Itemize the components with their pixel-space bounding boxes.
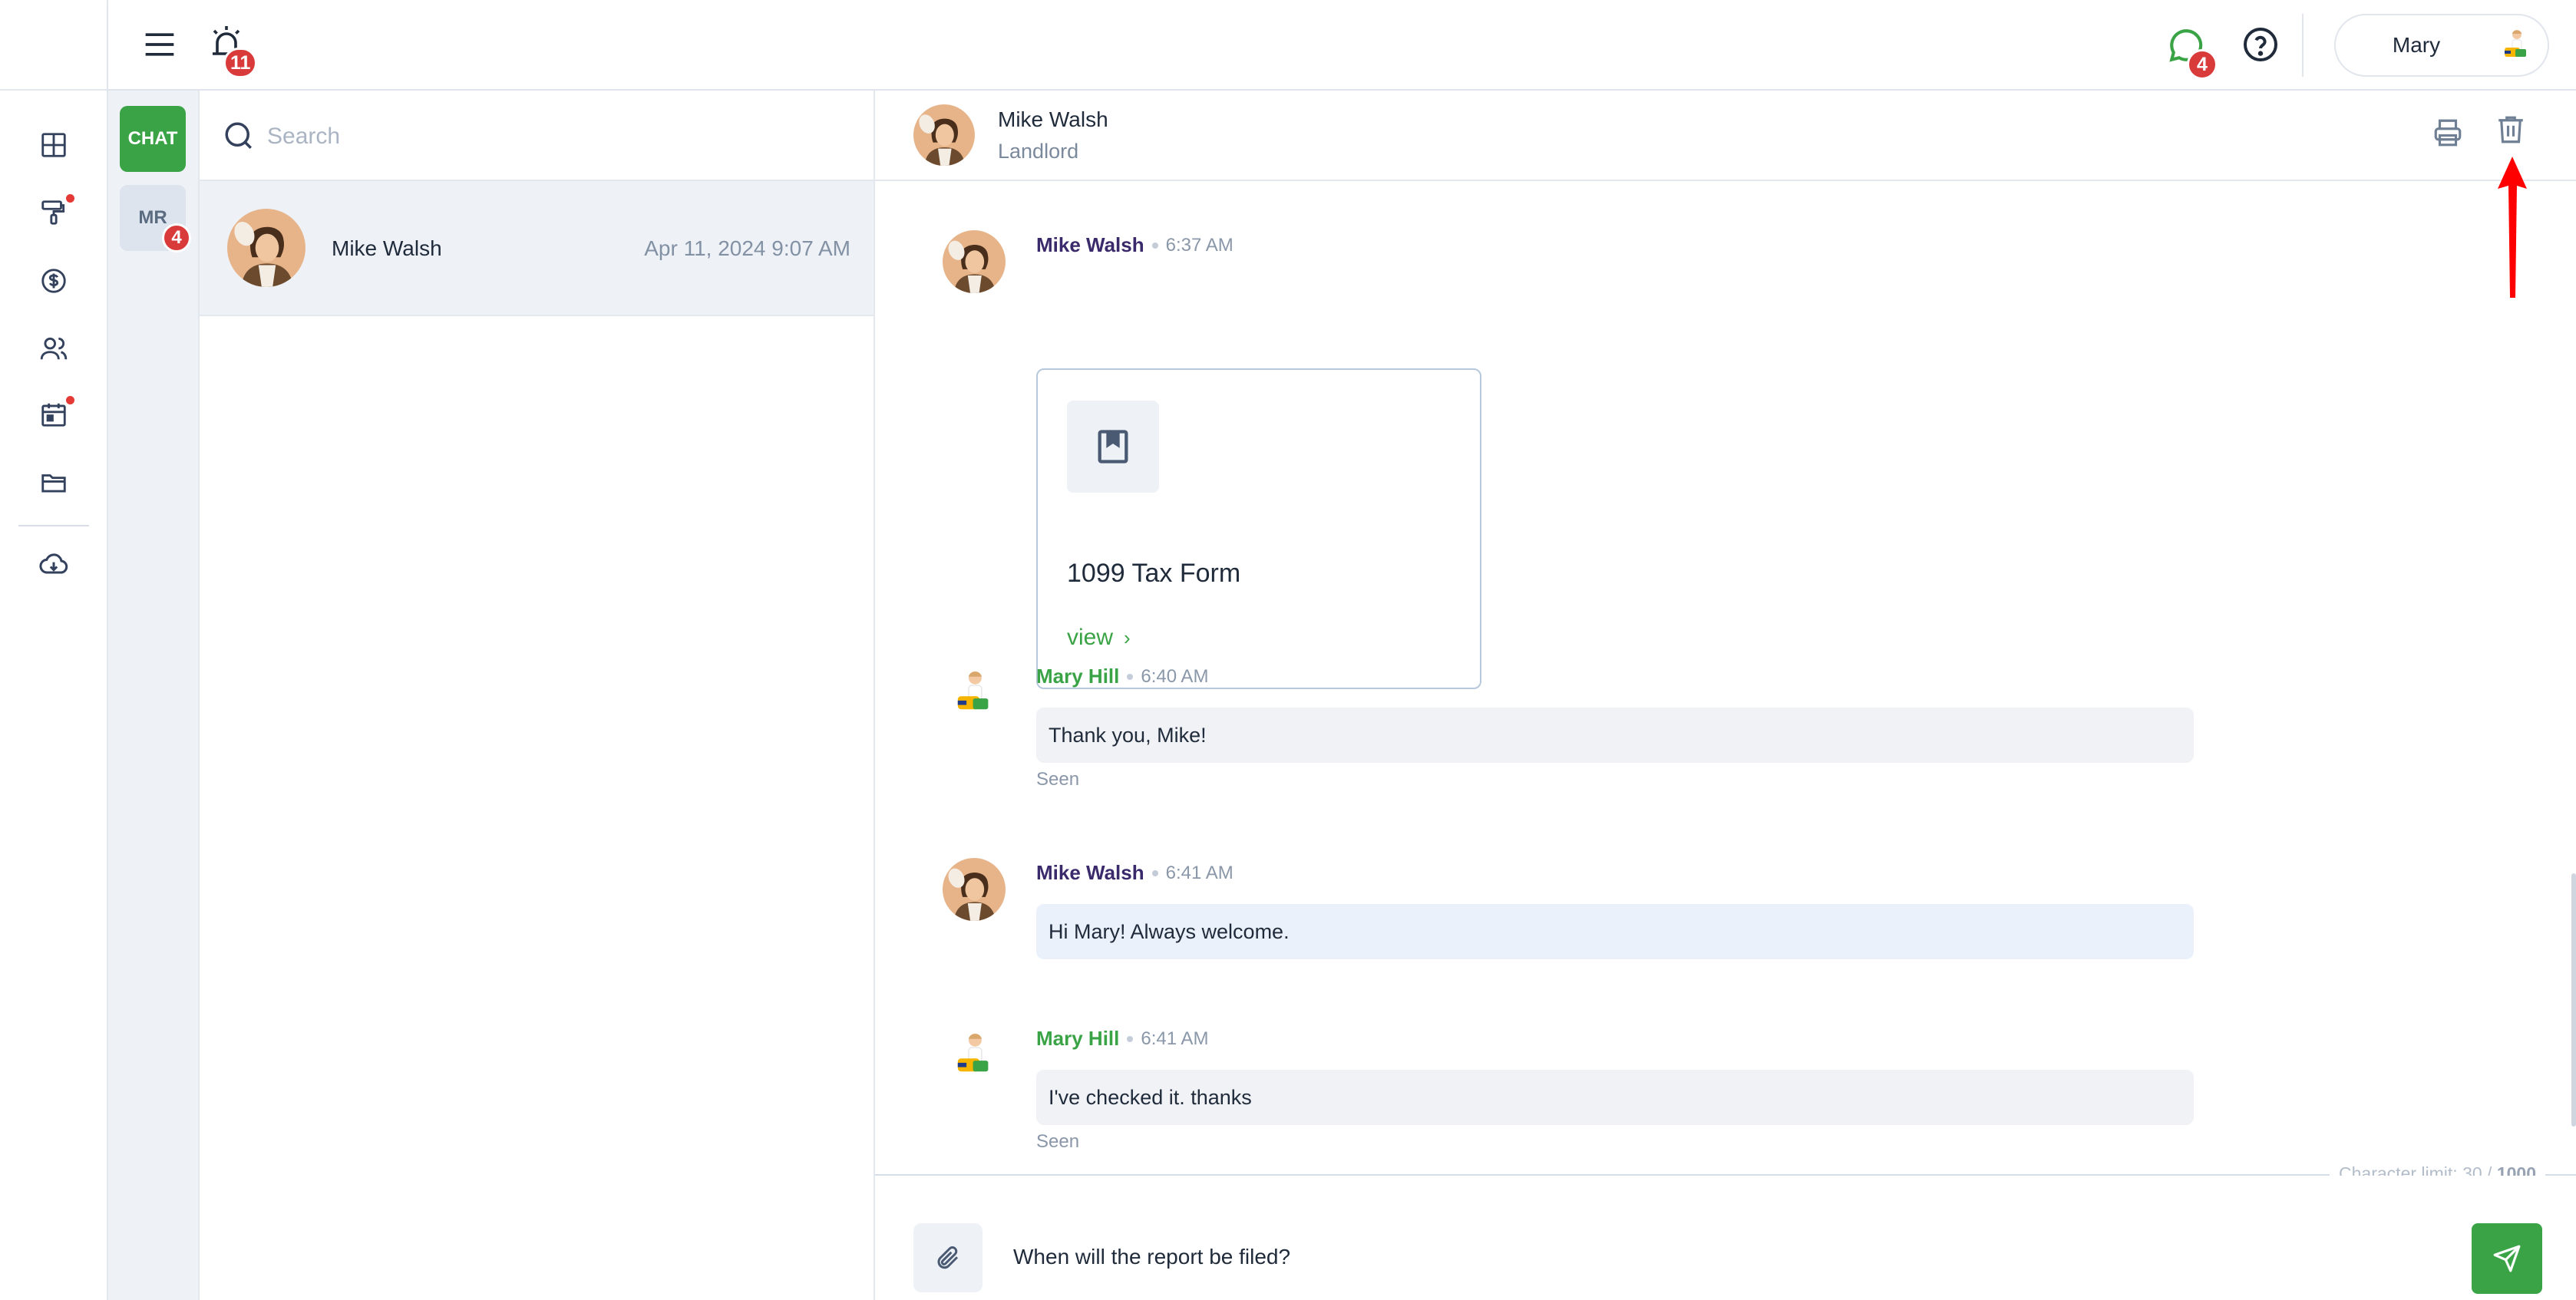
sender-avatar (943, 230, 1006, 293)
chevron-right-icon: › (1124, 625, 1131, 649)
top-header: 11 4 Mary (108, 0, 2576, 91)
chat-type-tab[interactable]: CHAT (120, 106, 186, 172)
folder-icon[interactable] (35, 464, 72, 501)
cloud-download-icon[interactable] (35, 546, 72, 583)
conversation-name: Mike Walsh (332, 236, 442, 260)
seen-status: Seen (1036, 769, 1080, 790)
calendar-icon[interactable] (35, 396, 74, 433)
chat-header: Mike Walsh Landlord (875, 91, 2576, 181)
message-input[interactable] (1013, 1234, 2395, 1280)
user-name: Mary (2392, 33, 2441, 57)
message-meta: Mike Walsh 6:41 AM (1036, 861, 1234, 885)
sender-avatar (943, 662, 1006, 724)
alerts-badge: 11 (223, 48, 258, 78)
chat-type-column: CHAT MR 4 (108, 91, 200, 1300)
meta-separator (1151, 242, 1158, 249)
compose-bar (875, 1176, 2576, 1300)
chat-panel: Mike Walsh Landlord Mike Walsh 6:37 AM 1… (875, 91, 2576, 1300)
message-meta: Mary Hill 6:40 AM (1036, 665, 1208, 688)
chat-contact-name: Mike Walsh (998, 107, 1108, 131)
meta-separator (1127, 673, 1134, 680)
message-time: 6:37 AM (1165, 234, 1234, 256)
message-time: 6:40 AM (1141, 665, 1209, 687)
user-avatar (2494, 23, 2538, 68)
conversation-date: Apr 11, 2024 9:07 AM (644, 236, 850, 260)
trash-icon[interactable] (2495, 114, 2528, 147)
chat-bubble-icon[interactable]: 4 (2167, 26, 2218, 80)
dashboard-icon[interactable] (35, 127, 72, 163)
attachment-title: 1099 Tax Form (1067, 559, 1241, 588)
conversation-item[interactable]: Mike Walsh Apr 11, 2024 9:07 AM (200, 181, 874, 316)
chat-contact-role: Landlord (998, 140, 1079, 163)
message-bubble: Thank you, Mike! (1036, 708, 2194, 763)
mr-type-tab[interactable]: MR 4 (120, 185, 191, 252)
message-meta: Mary Hill 6:41 AM (1036, 1027, 1208, 1051)
paint-roller-icon[interactable] (35, 194, 74, 231)
sender-avatar (943, 858, 1006, 921)
attachment-view-link[interactable]: view › (1067, 625, 1131, 651)
mr-badge: 4 (162, 223, 191, 252)
message-time: 6:41 AM (1141, 1028, 1209, 1049)
user-menu[interactable]: Mary (2334, 14, 2549, 77)
dollar-icon[interactable] (35, 262, 72, 299)
conversation-list: Mike Walsh Apr 11, 2024 9:07 AM (200, 91, 875, 1300)
seen-status: Seen (1036, 1131, 1080, 1152)
notification-dot (66, 194, 74, 203)
message-meta: Mike Walsh 6:37 AM (1036, 233, 1234, 257)
search-bar (200, 91, 874, 181)
sender-name: Mary Hill (1036, 1027, 1120, 1050)
chat-badge: 4 (2187, 49, 2218, 80)
contact-avatar (913, 104, 975, 166)
annotation-arrow-icon (2495, 157, 2530, 298)
header-separator (2302, 14, 2304, 77)
mr-tab-label: MR (138, 207, 167, 228)
message-bubble: I've checked it. thanks (1036, 1070, 2194, 1125)
search-input[interactable] (267, 114, 804, 160)
sender-name: Mary Hill (1036, 665, 1120, 688)
message-bubble: Hi Mary! Always welcome. (1036, 904, 2194, 959)
search-icon (223, 120, 255, 152)
hamburger-menu-icon[interactable] (143, 28, 177, 61)
print-icon[interactable] (2432, 117, 2467, 152)
document-bookmark-icon (1067, 401, 1159, 493)
rail-divider (18, 525, 89, 526)
attach-button[interactable] (913, 1223, 983, 1292)
alarm-icon[interactable]: 11 (208, 23, 258, 78)
notification-dot (66, 396, 74, 404)
logo-area (0, 0, 107, 91)
meta-separator (1127, 1035, 1134, 1042)
view-label: view (1067, 625, 1114, 650)
message-time: 6:41 AM (1165, 862, 1234, 883)
sender-name: Mike Walsh (1036, 861, 1144, 884)
help-icon[interactable] (2242, 26, 2280, 64)
users-icon[interactable] (35, 330, 72, 367)
attachment-card[interactable]: 1099 Tax Form view › (1036, 368, 1481, 689)
icon-rail (0, 0, 108, 1300)
send-button[interactable] (2472, 1223, 2542, 1294)
sender-avatar (943, 1024, 1006, 1087)
sender-name: Mike Walsh (1036, 233, 1144, 256)
contact-avatar (227, 209, 305, 287)
meta-separator (1151, 869, 1158, 876)
scrollbar[interactable] (2571, 873, 2576, 1127)
